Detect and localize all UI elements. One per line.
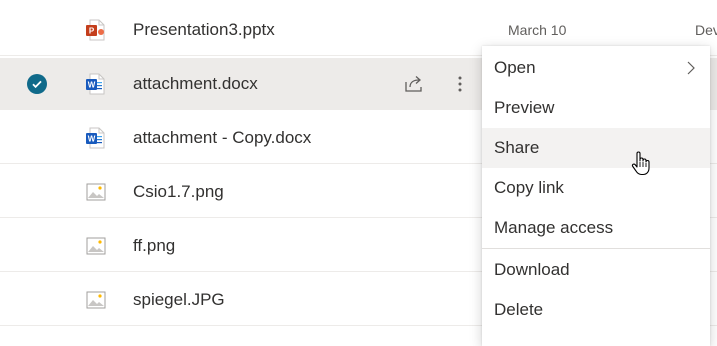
menu-item-copy-link[interactable]: Copy link [482, 168, 710, 208]
share-icon[interactable] [403, 73, 425, 95]
menu-item-label: Copy link [494, 178, 564, 197]
menu-item-label: Delete [494, 300, 544, 319]
menu-item-download[interactable]: Download [482, 250, 710, 290]
svg-text:W: W [88, 80, 96, 89]
image-file-icon [86, 183, 106, 200]
file-name[interactable]: attachment - Copy.docx [133, 128, 311, 148]
menu-item-delete[interactable]: Delete [482, 290, 710, 330]
chevron-right-icon [687, 61, 695, 75]
menu-divider [482, 248, 710, 249]
menu-item-share[interactable]: Share [482, 128, 710, 168]
file-date: March 10 [508, 21, 567, 38]
powerpoint-file-icon: P [86, 19, 105, 40]
menu-item-manage-access[interactable]: Manage access [482, 208, 710, 248]
file-name[interactable]: attachment.docx [133, 74, 258, 94]
svg-text:P: P [89, 26, 95, 35]
svg-text:W: W [88, 134, 96, 143]
checkmark-icon[interactable] [27, 73, 47, 94]
menu-item-label: Manage access [494, 218, 614, 237]
menu-item-label: Download [494, 260, 570, 279]
menu-item-preview[interactable]: Preview [482, 88, 710, 128]
file-name[interactable]: Presentation3.pptx [133, 20, 275, 40]
menu-item-label: Preview [494, 98, 555, 117]
image-file-icon [86, 291, 106, 308]
more-options-icon[interactable] [452, 73, 468, 95]
menu-item-label: Share [494, 138, 540, 157]
file-name[interactable]: ff.png [133, 236, 175, 256]
image-file-icon [86, 237, 106, 254]
menu-item-label: Open [494, 58, 536, 77]
word-file-icon: W [86, 127, 105, 148]
file-name[interactable]: spiegel.JPG [133, 290, 225, 310]
file-name[interactable]: Csio1.7.png [133, 182, 224, 202]
menu-item-open[interactable]: Open [482, 48, 710, 88]
context-menu: Open Preview Share Copy link Manage acce… [482, 46, 710, 346]
file-modified-by: Dev [695, 21, 717, 38]
word-file-icon: W [86, 73, 105, 94]
hand-cursor-icon [631, 151, 650, 176]
